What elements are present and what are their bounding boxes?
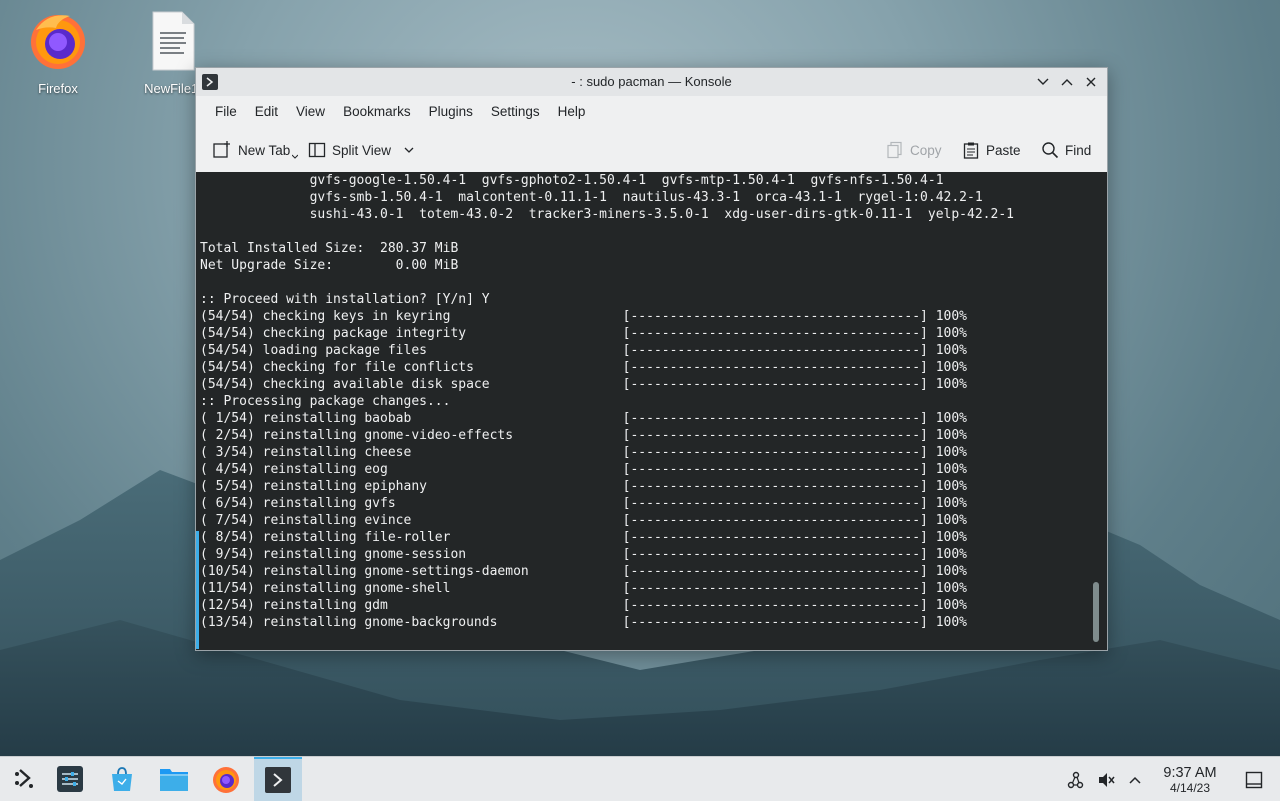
menu-settings[interactable]: Settings	[482, 96, 549, 128]
split-view-label: Split View	[332, 142, 392, 158]
paste-label: Paste	[986, 142, 1021, 158]
terminal-icon	[265, 767, 291, 793]
clock-date: 4/14/23	[1169, 781, 1211, 795]
copy-button[interactable]: Copy	[886, 138, 942, 162]
terminal-line: (11/54) reinstalling gnome-shell [------…	[200, 581, 968, 596]
clock[interactable]: 9:37 AM 4/14/23	[1150, 765, 1230, 795]
task-discover[interactable]	[98, 757, 146, 801]
split-view-icon	[308, 142, 326, 158]
terminal-line: (10/54) reinstalling gnome-settings-daem…	[200, 564, 968, 579]
terminal-line: ( 6/54) reinstalling gvfs [-------------…	[200, 496, 968, 511]
close-icon	[1086, 77, 1096, 87]
window-title: - : sudo pacman — Konsole	[571, 74, 732, 89]
terminal-line: ( 5/54) reinstalling epiphany [---------…	[200, 479, 968, 494]
close-button[interactable]	[1081, 72, 1101, 92]
terminal-line: :: Processing package changes...	[200, 394, 451, 409]
search-icon	[1042, 142, 1059, 159]
copy-label: Copy	[910, 142, 942, 158]
find-label: Find	[1065, 142, 1092, 158]
task-konsole[interactable]	[254, 757, 302, 801]
terminal-line: ( 2/54) reinstalling gnome-video-effects…	[200, 428, 968, 443]
firefox-icon	[31, 15, 85, 69]
split-view-button[interactable]: Split View	[308, 138, 415, 162]
folder-icon	[160, 769, 188, 791]
terminal-view[interactable]: gvfs-google-1.50.4-1 gvfs-gphoto2-1.50.4…	[196, 172, 1107, 650]
copy-icon	[887, 141, 902, 159]
app-launcher-button[interactable]	[0, 757, 48, 801]
new-tab-label: New Tab	[238, 142, 291, 158]
menu-plugins[interactable]: Plugins	[420, 96, 482, 128]
menu-help[interactable]: Help	[549, 96, 595, 128]
terminal-line: (54/54) checking package integrity [----…	[200, 326, 968, 341]
chevron-up-icon	[1061, 79, 1073, 86]
new-tab-icon	[213, 141, 230, 158]
terminal-line: Total Installed Size: 280.37 MiB	[200, 241, 459, 256]
terminal-line: (54/54) checking for file conflicts [---…	[200, 360, 968, 375]
terminal-output: gvfs-google-1.50.4-1 gvfs-gphoto2-1.50.4…	[200, 172, 1087, 631]
terminal-line: gvfs-google-1.50.4-1 gvfs-gphoto2-1.50.4…	[200, 173, 944, 188]
dropdown-arrow-icon	[292, 154, 299, 159]
show-desktop-button[interactable]	[1243, 769, 1265, 791]
terminal-line: (54/54) loading package files [---------…	[200, 343, 968, 358]
tray-expander[interactable]	[1124, 769, 1146, 791]
task-firefox[interactable]	[202, 757, 250, 801]
application-launcher-icon	[15, 769, 33, 788]
title-bar[interactable]: - : sudo pacman — Konsole	[196, 68, 1107, 96]
scrollbar-thumb[interactable]	[1093, 582, 1099, 642]
menu-view[interactable]: View	[287, 96, 334, 128]
terminal-line: ( 8/54) reinstalling file-roller [------…	[200, 530, 968, 545]
text-file-icon	[152, 11, 195, 71]
network-icon	[1067, 771, 1084, 789]
terminal-line: (54/54) checking keys in keyring [------…	[200, 309, 968, 324]
firefox-icon	[213, 767, 239, 793]
find-button[interactable]: Find	[1041, 138, 1091, 162]
taskbar: 9:37 AM 4/14/23	[0, 756, 1280, 801]
output-marker	[196, 531, 199, 649]
terminal-line: (13/54) reinstalling gnome-backgrounds […	[200, 615, 968, 630]
volume-muted-icon	[1099, 773, 1115, 787]
tray-network[interactable]	[1065, 769, 1087, 791]
terminal-line: (12/54) reinstalling gdm [--------------…	[200, 598, 968, 613]
maximize-button[interactable]	[1057, 72, 1077, 92]
menu-bookmarks[interactable]: Bookmarks	[334, 96, 420, 128]
clock-time: 9:37 AM	[1163, 765, 1217, 781]
menu-file[interactable]: File	[206, 96, 246, 128]
terminal-line: sushi-43.0-1 totem-43.0-2 tracker3-miner…	[200, 207, 1014, 222]
terminal-line: (54/54) checking available disk space [-…	[200, 377, 968, 392]
paste-button[interactable]: Paste	[962, 138, 1021, 162]
terminal-line: gvfs-smb-1.50.4-1 malcontent-0.11.1-1 na…	[200, 190, 983, 205]
task-system-settings[interactable]	[46, 757, 94, 801]
chevron-down-icon	[1037, 78, 1049, 85]
task-file-manager[interactable]	[150, 757, 198, 801]
konsole-window: - : sudo pacman — Konsole File Edit View…	[195, 67, 1108, 651]
minimize-button[interactable]	[1033, 72, 1053, 92]
terminal-line: ( 1/54) reinstalling baobab [-----------…	[200, 411, 968, 426]
chevron-down-icon	[404, 147, 414, 153]
terminal-line: Net Upgrade Size: 0.00 MiB	[200, 258, 459, 273]
toolbar: New Tab Split View Copy Paste Find	[196, 128, 1107, 173]
new-tab-button[interactable]: New Tab	[212, 138, 299, 162]
shopping-bag-icon	[112, 767, 132, 791]
show-desktop-icon	[1245, 771, 1263, 789]
chevron-up-icon	[1129, 776, 1141, 784]
menu-bar: File Edit View Bookmarks Plugins Setting…	[196, 96, 1107, 128]
terminal-line: ( 3/54) reinstalling cheese [-----------…	[200, 445, 968, 460]
settings-sliders-icon	[57, 766, 83, 792]
desktop-icon-firefox[interactable]: Firefox	[13, 10, 103, 96]
tray-volume[interactable]	[1095, 769, 1117, 791]
terminal-line: ( 9/54) reinstalling gnome-session [----…	[200, 547, 968, 562]
menu-edit[interactable]: Edit	[246, 96, 287, 128]
desktop-icon-label: Firefox	[38, 81, 78, 96]
paste-icon	[963, 142, 979, 159]
terminal-line: :: Proceed with installation? [Y/n] Y	[200, 292, 490, 307]
terminal-line: ( 4/54) reinstalling eog [--------------…	[200, 462, 968, 477]
terminal-line: ( 7/54) reinstalling evince [-----------…	[200, 513, 968, 528]
